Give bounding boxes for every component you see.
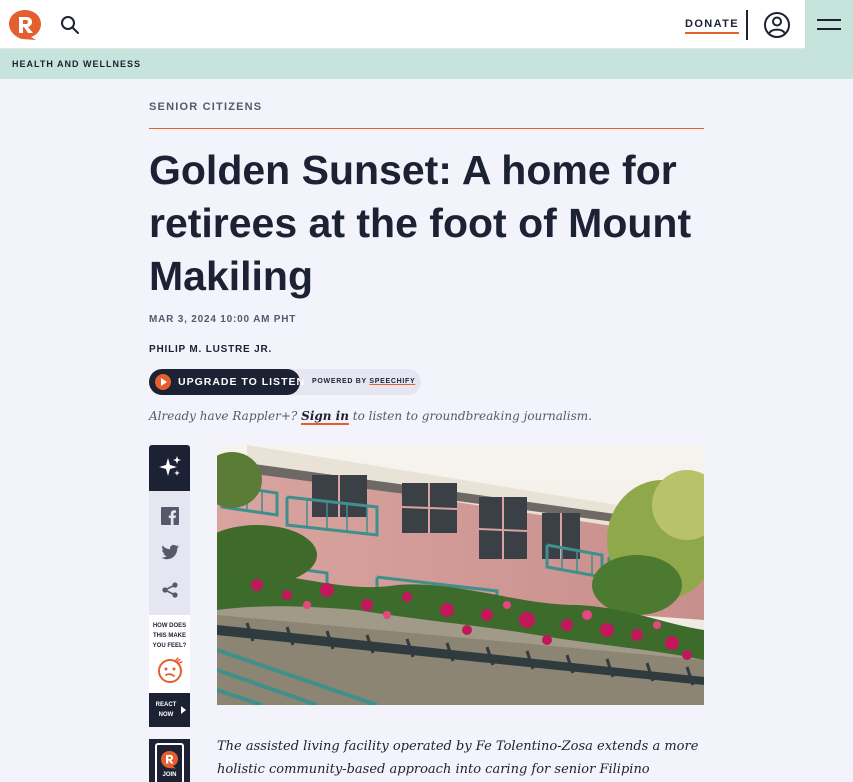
site-header: DONATE: [0, 0, 853, 49]
powered-prefix: POWERED BY: [312, 378, 370, 385]
rappler-logo-icon[interactable]: [8, 9, 42, 41]
user-account-icon[interactable]: [763, 11, 791, 39]
ai-summary-button[interactable]: [149, 445, 190, 491]
menu-bar: [817, 28, 841, 30]
mood-line: THIS MAKE: [153, 633, 186, 639]
header-divider: [746, 10, 748, 40]
react-line: NOW: [158, 712, 174, 718]
react-line: REACT: [155, 702, 177, 708]
article-date: MAR 3, 2024 10:00 AM PHT: [149, 314, 297, 325]
sign-in-link[interactable]: Sign in: [301, 409, 349, 425]
join-label: JOIN: [162, 772, 177, 778]
arrow-right-icon: [181, 706, 186, 714]
mood-question: HOW DOES THIS MAKE YOU FEEL?: [150, 621, 189, 651]
section-band: HEALTH AND WELLNESS: [0, 49, 853, 79]
speechify-link[interactable]: SPEECHIFY: [369, 378, 415, 385]
kicker-divider: [149, 128, 704, 129]
upgrade-to-listen-button[interactable]: UPGRADE TO LISTEN: [149, 369, 304, 395]
play-icon: [155, 374, 171, 390]
hamburger-menu-button[interactable]: [805, 0, 853, 49]
powered-by-label: POWERED BY SPEECHIFY: [312, 378, 415, 385]
donate-button[interactable]: DONATE: [685, 18, 740, 34]
article-headline: Golden Sunset: A home for retirees at th…: [149, 147, 692, 299]
facebook-icon[interactable]: [160, 506, 180, 526]
hamburger-menu-icon: [817, 19, 841, 21]
sparkle-icon: [159, 456, 181, 476]
already-prefix: Already have Rappler+?: [149, 409, 302, 423]
article-kicker[interactable]: SENIOR CITIZENS: [149, 101, 262, 113]
article-author[interactable]: PHILIP M. LUSTRE JR.: [149, 344, 272, 355]
upgrade-label: UPGRADE TO LISTEN: [178, 376, 306, 388]
twitter-icon[interactable]: [160, 542, 180, 562]
rappler-logo-icon: [161, 751, 178, 769]
mood-line: YOU FEEL?: [152, 643, 187, 649]
hero-caption: The assisted living facility operated by…: [217, 739, 699, 777]
hero-image[interactable]: [217, 445, 704, 705]
section-link[interactable]: HEALTH AND WELLNESS: [12, 59, 141, 69]
search-icon[interactable]: [58, 13, 82, 37]
already-subscriber-text: Already have Rappler+? Sign in to listen…: [149, 409, 592, 425]
already-suffix: to listen to groundbreaking journalism.: [348, 409, 592, 423]
share-icon[interactable]: [160, 580, 180, 600]
building-photo: [217, 445, 704, 705]
react-now-label: REACT NOW: [154, 700, 178, 720]
mood-line: HOW DOES: [152, 623, 187, 629]
mood-face-icon[interactable]: [156, 657, 184, 685]
